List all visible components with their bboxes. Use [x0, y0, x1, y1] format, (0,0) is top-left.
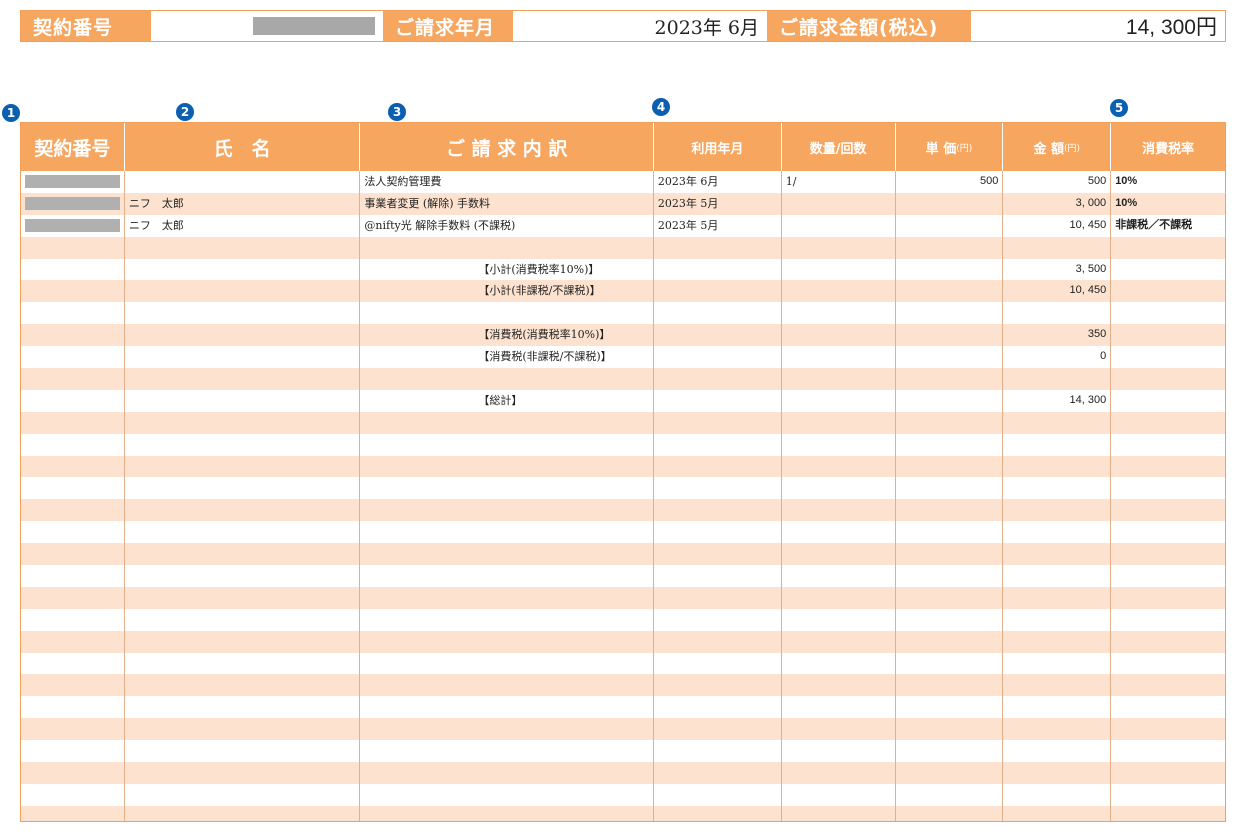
quantity-cell: 1/	[782, 171, 896, 193]
header-amount: 金 額 (円)	[1003, 123, 1112, 171]
subtotal-10-label: 【小計(消費税率10%)】	[360, 258, 655, 281]
billing-details-table: 契約番号 氏 名 ご 請 求 内 訳 利用年月 数量/回数 単 価 (円) 金 額…	[20, 122, 1226, 822]
callout-marker-3: 3	[388, 103, 406, 121]
table-row	[21, 740, 1225, 763]
callout-marker-2: 2	[176, 103, 194, 121]
billing-month-value: 2023年 6月	[513, 11, 767, 41]
tax-exempt-label: 【消費税(非課税/不課税)】	[360, 346, 655, 369]
subtotal-10-value: 3, 500	[1003, 258, 1112, 281]
table-row	[21, 608, 1225, 631]
table-row: 【小計(非課税/不課税)】 10, 450	[21, 280, 1225, 303]
table-row	[21, 477, 1225, 500]
header-contract-number: 契約番号	[21, 123, 125, 171]
table-row	[21, 368, 1225, 390]
header-amount-unit: (円)	[1064, 143, 1081, 154]
table-row	[21, 543, 1225, 566]
header-quantity: 数量/回数	[782, 123, 896, 171]
header-tax-rate: 消費税率	[1142, 141, 1195, 157]
table-row	[21, 630, 1225, 653]
header-name: 氏 名	[125, 123, 361, 171]
detail-cell: 事業者変更 (解除) 手数料	[360, 192, 654, 215]
table-row	[21, 455, 1225, 478]
contract-cell	[21, 171, 125, 193]
detail-cell: @nifty光 解除手数料 (不課税)	[360, 214, 654, 237]
table-row	[21, 783, 1225, 806]
unit-price-cell	[896, 214, 1004, 237]
name-cell: ニフ 太郎	[125, 192, 361, 215]
redacted-contract-number	[253, 17, 375, 35]
detail-cell: 法人契約管理費	[360, 171, 654, 193]
table-row: 【消費税(非課税/不課税)】 0	[21, 346, 1225, 369]
name-cell	[125, 171, 361, 193]
table-row	[21, 586, 1225, 609]
billing-amount-label: ご請求金額(税込)	[767, 11, 971, 41]
table-row: 【小計(消費税率10%)】 3, 500	[21, 258, 1225, 281]
header-unit-price: 単 価 (円)	[896, 123, 1004, 171]
table-row: ニフ 太郎 @nifty光 解除手数料 (不課税) 2023年 5月 10, 4…	[21, 214, 1225, 237]
contract-cell	[21, 214, 125, 237]
header-unit-price-unit: (円)	[956, 143, 973, 154]
header-unit-price-label: 単 価	[925, 141, 957, 157]
name-cell: ニフ 太郎	[125, 214, 361, 237]
table-row	[21, 411, 1225, 434]
table-row: 【総計】 14, 300	[21, 389, 1225, 412]
tax-rate-cell: 10%	[1115, 175, 1138, 187]
tax-exempt-value: 0	[1003, 346, 1112, 369]
table-row	[21, 696, 1225, 719]
tax-rate-cell: 10%	[1115, 196, 1138, 209]
redacted-contract	[25, 218, 120, 232]
header-usage-month: 利用年月	[654, 123, 782, 171]
table-row: ニフ 太郎 事業者変更 (解除) 手数料 2023年 5月 3, 000 10%	[21, 192, 1225, 215]
month-cell: 2023年 6月	[654, 171, 782, 193]
quantity-cell	[782, 214, 896, 237]
grand-total-label: 【総計】	[360, 389, 655, 412]
table-row	[21, 805, 1225, 821]
table-row	[21, 565, 1225, 587]
tax-10-value: 350	[1003, 324, 1112, 347]
quantity-cell	[782, 192, 896, 215]
table-row	[21, 499, 1225, 522]
callout-marker-4: 4	[652, 98, 670, 116]
table-row	[21, 718, 1225, 741]
table-row	[21, 302, 1225, 325]
header-amount-label: 金 額	[1033, 141, 1065, 157]
billing-amount-value: 14, 300円	[971, 11, 1225, 41]
table-header: 契約番号 氏 名 ご 請 求 内 訳 利用年月 数量/回数 単 価 (円) 金 額…	[21, 123, 1225, 171]
table-row	[21, 433, 1225, 456]
unit-price-cell	[896, 192, 1004, 215]
grand-total-value: 14, 300	[1003, 389, 1112, 412]
amount-cell: 3, 000	[1003, 192, 1112, 215]
month-cell: 2023年 5月	[654, 192, 782, 215]
callout-marker-5: 5	[1110, 99, 1128, 117]
header-details: ご 請 求 内 訳	[360, 123, 654, 171]
unit-price-cell: 500	[896, 171, 1004, 193]
table-body: 法人契約管理費 2023年 6月 1/ 500 500 10% ニフ 太郎 事業…	[21, 171, 1225, 821]
table-row	[21, 674, 1225, 697]
table-row: 【消費税(消費税率10%)】 350	[21, 324, 1225, 347]
month-cell: 2023年 5月	[654, 214, 782, 237]
table-row	[21, 762, 1225, 784]
table-row	[21, 652, 1225, 675]
contract-number-value	[151, 11, 383, 41]
billing-summary-bar: 契約番号 ご請求年月 2023年 6月 ご請求金額(税込) 14, 300円	[20, 10, 1226, 42]
amount-cell: 10, 450	[1003, 214, 1112, 237]
table-row	[21, 521, 1225, 544]
billing-month-label: ご請求年月	[383, 11, 513, 41]
redacted-contract	[25, 196, 120, 210]
redacted-contract	[25, 175, 120, 188]
tax-rate-cell: 非課税／不課税	[1115, 218, 1193, 231]
table-row: 法人契約管理費 2023年 6月 1/ 500 500 10%	[21, 171, 1225, 193]
table-row	[21, 236, 1225, 259]
subtotal-exempt-label: 【小計(非課税/不課税)】	[360, 280, 655, 303]
subtotal-exempt-value: 10, 450	[1003, 280, 1112, 303]
tax-10-label: 【消費税(消費税率10%)】	[360, 324, 655, 347]
callout-marker-1: 1	[2, 104, 20, 122]
contract-number-label: 契約番号	[21, 11, 151, 41]
contract-cell	[21, 192, 125, 215]
amount-cell: 500	[1003, 171, 1112, 193]
